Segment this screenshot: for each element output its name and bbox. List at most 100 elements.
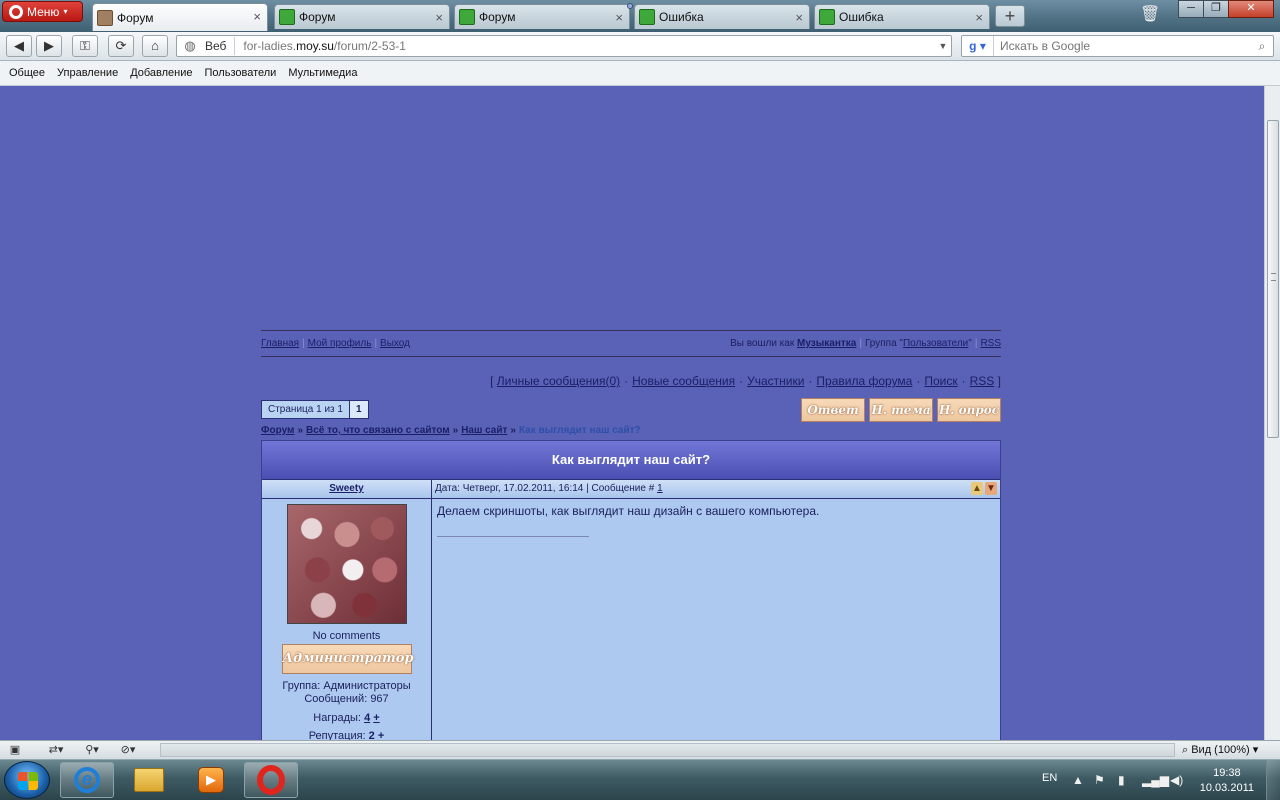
home-button[interactable]: ⌂ bbox=[142, 35, 168, 57]
loading-indicator-icon bbox=[627, 3, 633, 9]
taskbar-internet-explorer[interactable]: e bbox=[60, 762, 114, 798]
tab-forum-active[interactable]: Форум × bbox=[92, 3, 268, 31]
breadcrumb-section[interactable]: Всё то, что связано с сайтом bbox=[306, 425, 450, 436]
post-number-link[interactable]: 1 bbox=[657, 483, 663, 494]
opera-menu-button[interactable]: Меню ▾ bbox=[2, 1, 83, 22]
new-poll-button[interactable]: Н. опрос bbox=[937, 398, 1001, 422]
new-topic-button[interactable]: Н. тема bbox=[869, 398, 933, 422]
language-indicator[interactable]: EN bbox=[1042, 772, 1057, 784]
action-center-flag-icon[interactable]: ⚑ bbox=[1094, 773, 1105, 787]
menu-label: Меню bbox=[27, 4, 60, 19]
minimize-button[interactable]: ─ bbox=[1178, 0, 1204, 18]
close-tab-icon[interactable]: × bbox=[975, 10, 983, 25]
tab-label: Форум bbox=[117, 10, 154, 25]
pagination: Страница 1 из 1 1 bbox=[261, 400, 369, 419]
user-group-info: Группа: Администраторы Сообщений: 967 bbox=[262, 680, 431, 706]
reload-button[interactable]: ⟳ bbox=[108, 35, 134, 57]
username-link[interactable]: Музыкантка bbox=[797, 338, 856, 349]
post-content: Делаем скриншоты, как выглядит наш дизай… bbox=[432, 499, 1000, 740]
google-search-engine-icon[interactable]: g ▾ bbox=[962, 36, 994, 56]
start-button[interactable] bbox=[4, 761, 50, 799]
reply-button[interactable]: Ответ bbox=[801, 398, 865, 422]
close-tab-icon[interactable]: × bbox=[435, 10, 443, 25]
forward-button[interactable]: ▶ bbox=[36, 35, 62, 57]
new-messages-link[interactable]: Новые сообщения bbox=[632, 374, 735, 388]
close-tab-icon[interactable]: × bbox=[795, 10, 803, 25]
network-signal-icon[interactable]: ▂▄▆ bbox=[1142, 773, 1169, 787]
search-input[interactable] bbox=[994, 39, 1251, 53]
back-button[interactable]: ◀ bbox=[6, 35, 32, 57]
rss-link[interactable]: RSS bbox=[980, 338, 1001, 349]
current-page[interactable]: 1 bbox=[349, 401, 368, 418]
home-link[interactable]: Главная bbox=[261, 338, 299, 349]
trash-icon[interactable]: 🗑 bbox=[1140, 4, 1160, 26]
breadcrumb-forum[interactable]: Форум bbox=[261, 425, 294, 436]
status-bar: ▣ ⇄▾ ⚲▾ ⊘▾ ⌕ Вид (100%) ▾ bbox=[0, 740, 1280, 759]
chevron-down-icon[interactable]: ▼ bbox=[935, 41, 951, 51]
thumbs-down-icon[interactable]: ▼ bbox=[985, 482, 997, 495]
sync-icon[interactable]: ⇄▾ bbox=[42, 742, 70, 758]
site-favicon-icon bbox=[819, 9, 835, 25]
taskbar-explorer[interactable] bbox=[122, 762, 176, 798]
awards-count-link[interactable]: 4 bbox=[364, 712, 370, 724]
close-tab-icon[interactable]: × bbox=[253, 9, 261, 24]
site-favicon-icon bbox=[459, 9, 475, 25]
unite-icon[interactable]: ⚲▾ bbox=[78, 742, 106, 758]
maximize-button[interactable]: ❐ bbox=[1203, 0, 1229, 18]
bookmark-multimedia[interactable]: Мультимедиа bbox=[288, 67, 357, 79]
windows-logo-icon-lower bbox=[18, 781, 38, 790]
turbo-icon[interactable]: ⊘▾ bbox=[112, 742, 144, 758]
breadcrumb-subforum[interactable]: Наш сайт bbox=[461, 425, 507, 436]
tab-forum-3[interactable]: Форум × bbox=[454, 3, 633, 29]
reputation-label: Репутация: bbox=[308, 730, 366, 740]
show-desktop-button[interactable] bbox=[1266, 760, 1280, 800]
login-info: Вы вошли как Музыкантка | Группа "Пользова… bbox=[730, 338, 1001, 349]
add-reputation-button[interactable]: + bbox=[378, 730, 384, 740]
members-link[interactable]: Участники bbox=[747, 374, 804, 388]
volume-icon[interactable]: ◀) bbox=[1170, 773, 1183, 787]
tab-error-2[interactable]: Ошибка × bbox=[814, 4, 990, 29]
bookmark-management[interactable]: Управление bbox=[57, 67, 118, 79]
group-prefix: Группа " bbox=[864, 338, 903, 349]
bookmark-general[interactable]: Общее bbox=[9, 67, 45, 79]
tab-error-1[interactable]: Ошибка × bbox=[634, 4, 810, 29]
show-hidden-icons-icon[interactable]: ▲ bbox=[1072, 773, 1084, 787]
system-tray: EN ▲ ⚑ ▮ ▂▄▆ ◀) 19:38 10.03.2011 bbox=[1030, 760, 1280, 800]
reputation-count-link[interactable]: 2 bbox=[369, 730, 375, 740]
search-link[interactable]: Поиск bbox=[924, 374, 957, 388]
address-url[interactable]: for-ladies.moy.su/forum/2-53-1 bbox=[235, 39, 935, 53]
panel-toggle-icon[interactable]: ▣ bbox=[6, 742, 24, 758]
close-window-button[interactable]: ✕ bbox=[1228, 0, 1274, 18]
search-icon[interactable]: ⌕ bbox=[1251, 39, 1273, 54]
globe-icon: ◍ bbox=[184, 38, 196, 53]
scrollbar-thumb[interactable] bbox=[1267, 120, 1279, 438]
add-award-button[interactable]: + bbox=[373, 712, 379, 724]
taskbar-media-player[interactable]: ▶ bbox=[184, 762, 238, 798]
key-icon[interactable]: ⚿ bbox=[72, 35, 98, 57]
private-messages-link[interactable]: Личные сообщения(0) bbox=[497, 374, 620, 388]
tab-forum-2[interactable]: Форум × bbox=[274, 4, 450, 29]
post-header: Sweety Дата: Четверг, 17.02.2011, 16:14 … bbox=[262, 479, 1000, 499]
new-tab-button[interactable]: + bbox=[995, 5, 1025, 27]
clock[interactable]: 19:38 10.03.2011 bbox=[1200, 766, 1254, 796]
profile-link[interactable]: Мой профиль bbox=[308, 338, 372, 349]
zoom-control[interactable]: ⌕ Вид (100%) ▾ bbox=[1182, 742, 1258, 758]
rss-link[interactable]: RSS bbox=[970, 374, 995, 388]
post-rating: ▲ ▼ bbox=[971, 482, 997, 495]
close-tab-icon[interactable]: × bbox=[615, 10, 623, 25]
post-meta: Дата: Четверг, 17.02.2011, 16:14 | Сообщ… bbox=[432, 480, 1000, 498]
vertical-scrollbar[interactable] bbox=[1264, 86, 1280, 740]
thumbs-up-icon[interactable]: ▲ bbox=[971, 482, 983, 495]
post-author-link[interactable]: Sweety bbox=[329, 483, 363, 494]
bookmark-users[interactable]: Пользователи bbox=[205, 67, 277, 79]
user-group: Группа: Администраторы bbox=[282, 680, 411, 692]
rules-link[interactable]: Правила форума bbox=[816, 374, 912, 388]
power-icon[interactable]: ▮ bbox=[1118, 773, 1125, 787]
user-messages: Сообщений: 967 bbox=[304, 693, 389, 705]
group-link[interactable]: Пользователи bbox=[903, 338, 968, 349]
logout-link[interactable]: Выход bbox=[380, 338, 410, 349]
site-favicon-icon bbox=[639, 9, 655, 25]
bookmark-add[interactable]: Добавление bbox=[130, 67, 192, 79]
address-bar[interactable]: ◍ Веб for-ladies.moy.su/forum/2-53-1 ▼ bbox=[176, 35, 952, 57]
taskbar-opera[interactable] bbox=[244, 762, 298, 798]
